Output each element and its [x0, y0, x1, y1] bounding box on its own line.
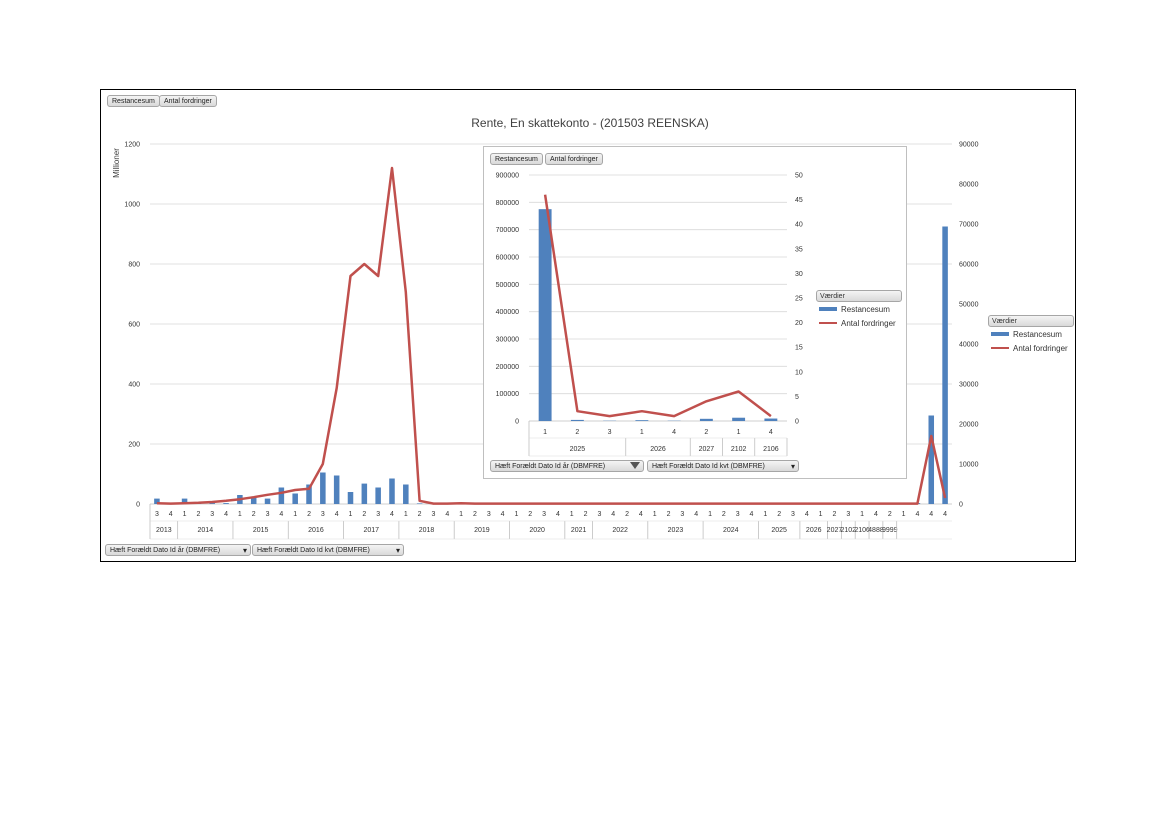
- inset-field-button-antal-fordringer[interactable]: Antal fordringer: [545, 153, 603, 165]
- legend-item-antal: Antal fordringer: [991, 341, 1074, 355]
- legend-item-restancesum: Restancesum: [991, 327, 1074, 341]
- inset-quarter-filter-dropdown[interactable]: Hæft Forældt Dato Id kvt (DBMFRE): [647, 460, 799, 473]
- inset-legend: Værdier Restancesum Antal fordringer: [816, 290, 902, 330]
- legend-label: Antal fordringer: [1013, 343, 1068, 353]
- line-swatch: [991, 347, 1009, 349]
- bar-swatch: [819, 307, 837, 311]
- year-filter-dropdown[interactable]: Hæft Forældt Dato Id år (DBMFRE): [105, 544, 251, 557]
- inset-chart-frame: Restancesum Antal fordringer Hæft Foræld…: [483, 146, 907, 479]
- legend-label: Restancesum: [841, 304, 890, 314]
- legend-label: Antal fordringer: [841, 318, 896, 328]
- legend-label: Restancesum: [1013, 329, 1062, 339]
- legend-title: Værdier: [988, 315, 1074, 327]
- main-legend: Værdier Restancesum Antal fordringer: [988, 315, 1074, 355]
- inset-year-filter-label: Hæft Forældt Dato Id år (DBMFRE): [495, 463, 606, 470]
- line-swatch: [819, 322, 837, 324]
- inset-year-filter-dropdown[interactable]: Hæft Forældt Dato Id år (DBMFRE): [490, 460, 644, 472]
- inset-legend-item-antal: Antal fordringer: [819, 316, 902, 330]
- field-button-restancesum[interactable]: Restancesum: [107, 95, 160, 107]
- inset-legend-item-restancesum: Restancesum: [819, 302, 902, 316]
- inset-legend-title: Værdier: [816, 290, 902, 302]
- quarter-filter-dropdown[interactable]: Hæft Forældt Dato Id kvt (DBMFRE): [252, 544, 404, 557]
- inset-field-button-restancesum[interactable]: Restancesum: [490, 153, 543, 165]
- field-button-antal-fordringer[interactable]: Antal fordringer: [159, 95, 217, 107]
- bar-swatch: [991, 332, 1009, 336]
- filter-icon[interactable]: [630, 462, 640, 469]
